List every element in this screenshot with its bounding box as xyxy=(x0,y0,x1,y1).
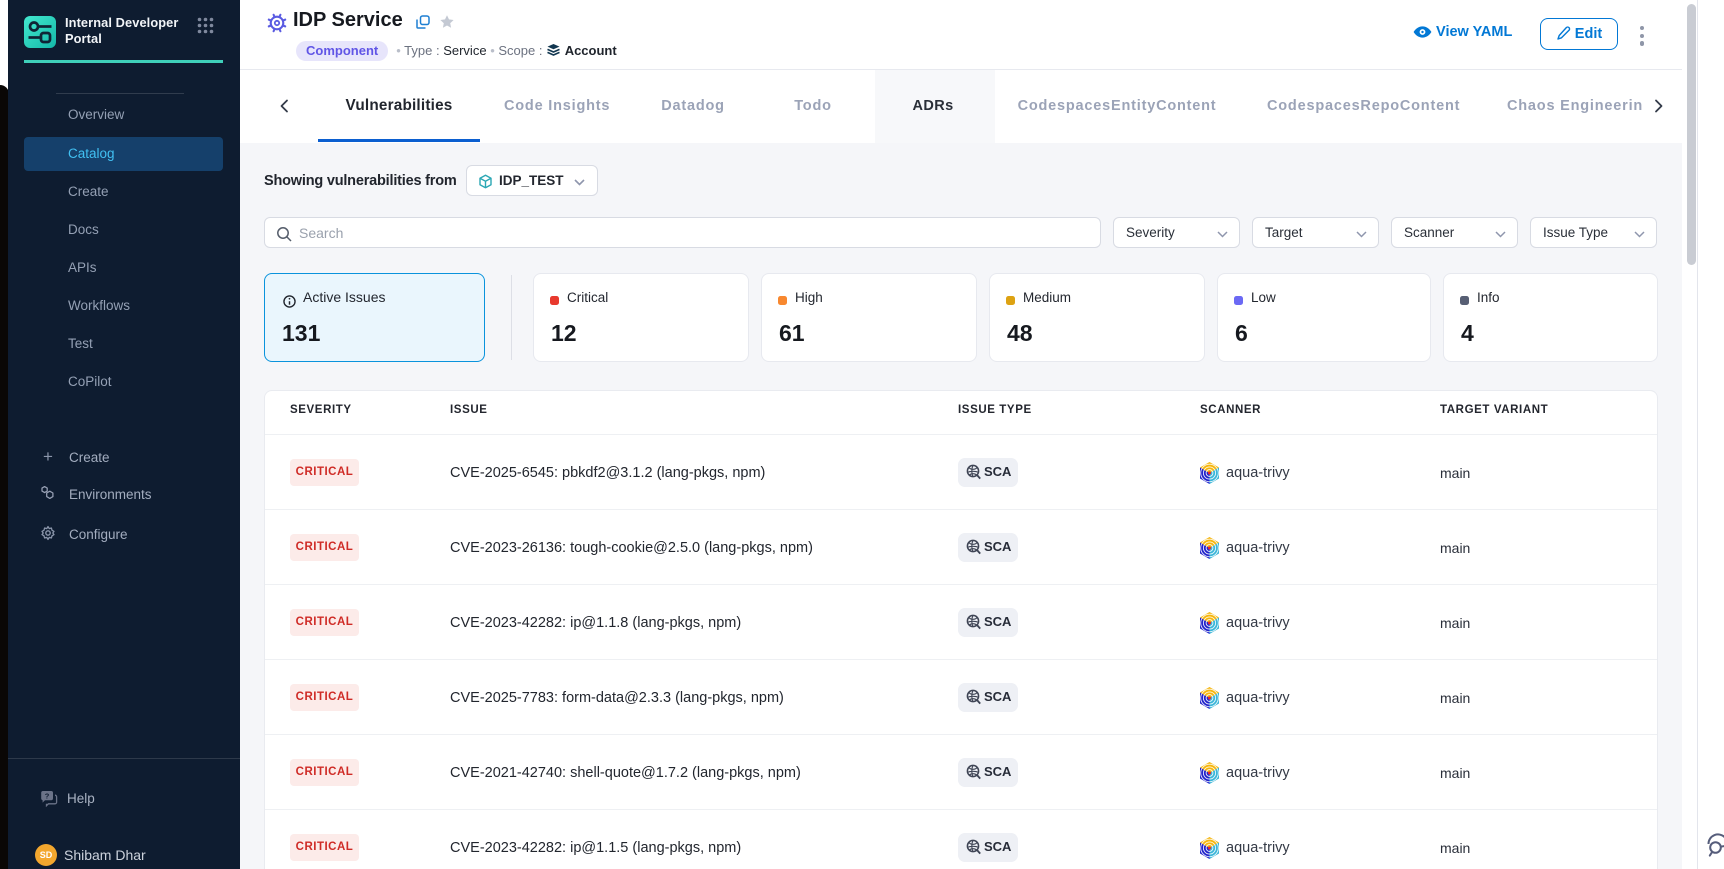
svg-text:?: ? xyxy=(45,791,50,800)
